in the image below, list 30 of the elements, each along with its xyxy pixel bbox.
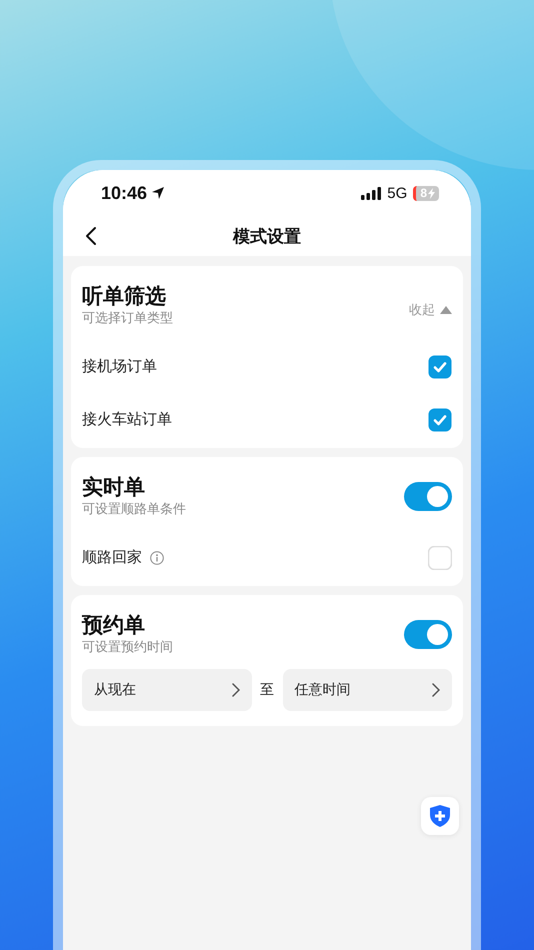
- toggle-switch[interactable]: [404, 620, 452, 648]
- back-button[interactable]: [85, 226, 97, 246]
- info-icon[interactable]: [150, 550, 164, 564]
- range-separator: 至: [259, 681, 275, 699]
- time-picker[interactable]: 从现在: [82, 669, 252, 711]
- section-subtitle: 可设置顺路单条件: [82, 501, 186, 519]
- safety-button[interactable]: [421, 797, 459, 835]
- section-subtitle: 可选择订单类型: [82, 310, 173, 328]
- option-label: 接机场订单: [82, 357, 157, 376]
- chevron-right-icon: [232, 683, 240, 697]
- option-label: 接火车站订单: [82, 410, 172, 429]
- checkbox[interactable]: [428, 354, 452, 378]
- shield-plus-icon: [430, 805, 450, 827]
- toggle-switch[interactable]: [404, 482, 452, 510]
- signal-icon: [361, 186, 382, 200]
- clock-time: 10:46: [101, 182, 148, 204]
- section-title: 预约单: [82, 612, 146, 639]
- chevron-right-icon: [432, 683, 440, 697]
- time-picker[interactable]: 任意时间: [282, 669, 452, 711]
- location-arrow-icon: [151, 186, 166, 200]
- checkbox[interactable]: [428, 546, 452, 570]
- section-title: 听单筛选: [82, 283, 167, 310]
- section-subtitle: 可设置预约时间: [82, 639, 173, 657]
- bolt-icon: [428, 188, 435, 198]
- option-label: 顺路回家: [82, 548, 142, 567]
- network-label: 5G: [387, 184, 408, 202]
- section-title: 实时单: [82, 474, 146, 501]
- caret-up-icon: [440, 306, 452, 314]
- checkbox[interactable]: [428, 408, 452, 432]
- page-title: 模式设置: [233, 226, 301, 248]
